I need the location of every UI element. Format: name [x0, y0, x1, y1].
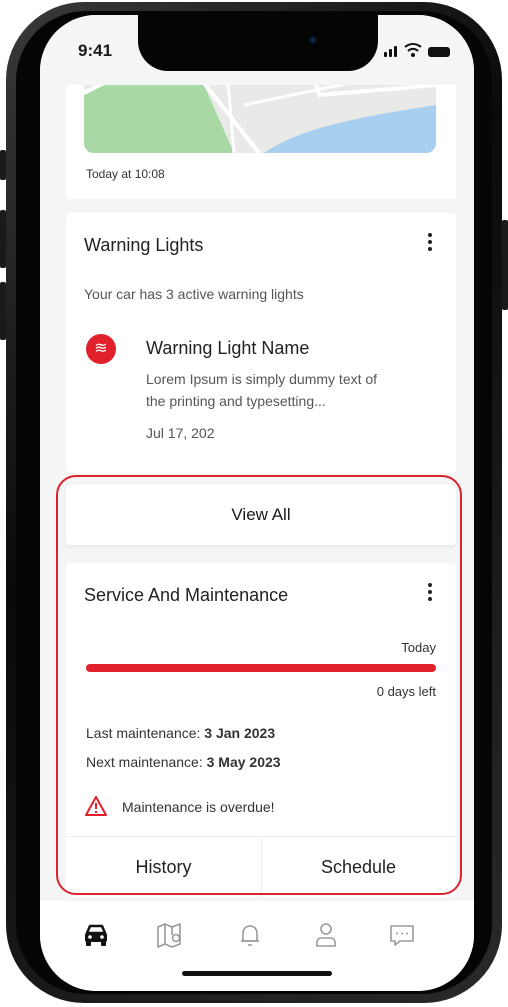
- warning-lights-card: Warning Lights Your car has 3 active war…: [66, 213, 456, 473]
- volume-down-button: [0, 282, 6, 340]
- map-timestamp: Today at 10:08: [86, 167, 165, 181]
- history-button[interactable]: History: [66, 837, 262, 897]
- warning-light-date: Jul 17, 202: [146, 425, 215, 441]
- chat-icon[interactable]: [386, 919, 418, 951]
- service-more-icon[interactable]: [428, 583, 432, 604]
- notch: [138, 15, 378, 71]
- next-maintenance-date: 3 May 2023: [206, 754, 281, 770]
- maintenance-progress-bar: [86, 664, 436, 672]
- wifi-icon: [404, 43, 422, 57]
- service-card: Service And Maintenance Today 0 days lef…: [66, 563, 456, 897]
- profile-icon[interactable]: [310, 919, 342, 951]
- service-title: Service And Maintenance: [84, 585, 289, 605]
- volume-up-button: [0, 210, 6, 268]
- overdue-alert: Maintenance is overdue!: [122, 799, 275, 815]
- warning-triangle-icon: [85, 796, 107, 816]
- view-all-button[interactable]: View All: [66, 485, 456, 545]
- progress-label: Today: [401, 640, 436, 655]
- last-maintenance-label: Last maintenance:: [86, 725, 201, 741]
- warning-light-name[interactable]: Warning Light Name: [146, 338, 309, 359]
- warning-light-desc-2: the printing and typesetting...: [146, 393, 326, 409]
- schedule-button[interactable]: Schedule: [261, 837, 456, 897]
- warning-light-icon: ≋: [86, 334, 116, 364]
- last-maintenance-date: 3 Jan 2023: [204, 725, 276, 741]
- car-icon[interactable]: [80, 919, 112, 951]
- home-indicator: [182, 971, 332, 976]
- tab-bar: [40, 901, 474, 991]
- last-maintenance: Last maintenance: 3 Jan 2023: [86, 725, 275, 741]
- camera-icon: [310, 37, 316, 43]
- screen: Today at 10:08 Warning Lights Your car h…: [40, 15, 474, 991]
- warning-light-desc-1: Lorem Ipsum is simply dummy text of: [146, 371, 378, 387]
- warning-lights-title: Warning Lights: [84, 235, 204, 255]
- map-icon[interactable]: [154, 919, 186, 951]
- status-bar: 9:41: [40, 15, 474, 85]
- next-maintenance-label: Next maintenance:: [86, 754, 203, 770]
- warning-summary: Your car has 3 active warning lights: [84, 286, 304, 302]
- next-maintenance: Next maintenance: 3 May 2023: [86, 754, 281, 770]
- battery-icon: [428, 47, 450, 57]
- service-actions: History Schedule: [66, 836, 456, 897]
- status-time: 9:41: [78, 41, 113, 60]
- power-button: [502, 220, 508, 310]
- days-left: 0 days left: [376, 684, 436, 699]
- warning-more-icon[interactable]: [428, 233, 432, 254]
- bell-icon[interactable]: [234, 919, 266, 951]
- side-button: [0, 150, 6, 180]
